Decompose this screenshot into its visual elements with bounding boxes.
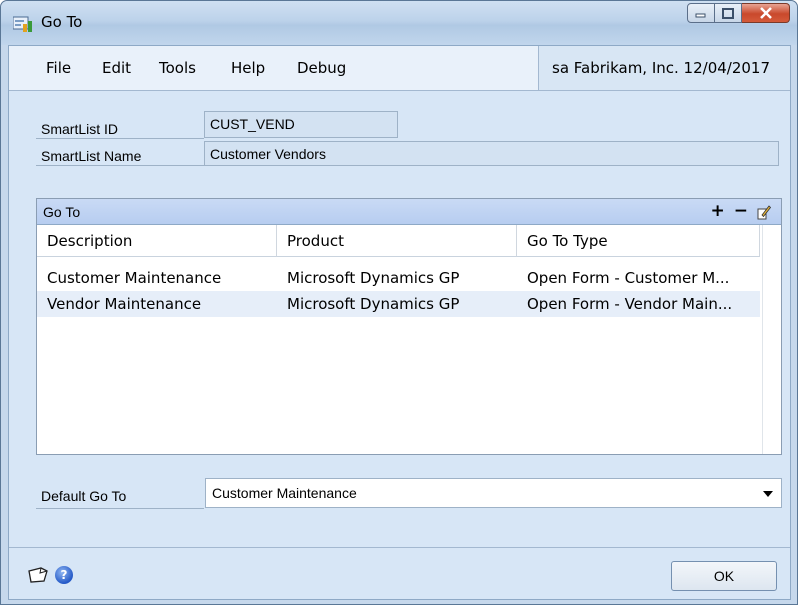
cell-product: Microsoft Dynamics GP bbox=[287, 295, 460, 313]
note-icon[interactable] bbox=[27, 567, 49, 583]
menu-help[interactable]: Help bbox=[231, 59, 265, 77]
bottom-bar: ? OK bbox=[9, 547, 790, 599]
smartlist-id-label: SmartList ID bbox=[41, 121, 119, 137]
maximize-button[interactable] bbox=[715, 3, 742, 23]
menu-tools[interactable]: Tools bbox=[159, 59, 196, 77]
default-goto-value: Customer Maintenance bbox=[212, 485, 357, 501]
caption-buttons bbox=[687, 3, 790, 23]
column-header-goto-type[interactable]: Go To Type bbox=[517, 225, 760, 257]
goto-grid: Go To + − Description Product Go To Type… bbox=[36, 198, 782, 455]
menu-debug[interactable]: Debug bbox=[297, 59, 346, 77]
client-area: File Edit Tools Help Debug sa Fabrikam, … bbox=[8, 45, 791, 600]
window-title: Go To bbox=[41, 13, 83, 31]
default-goto-dropdown[interactable]: Customer Maintenance bbox=[205, 478, 782, 508]
menu-file[interactable]: File bbox=[46, 59, 71, 77]
title-bar[interactable]: Go To bbox=[1, 1, 797, 45]
grid-scrollbar[interactable] bbox=[762, 225, 781, 454]
cell-product: Microsoft Dynamics GP bbox=[287, 269, 460, 287]
menu-bar: File Edit Tools Help Debug sa Fabrikam, … bbox=[9, 46, 790, 91]
row-divider bbox=[36, 165, 204, 166]
goto-window: Go To File Edit Tools Help Debug sa Fabr… bbox=[0, 0, 798, 605]
table-row[interactable]: Customer Maintenance Microsoft Dynamics … bbox=[37, 265, 760, 291]
close-icon bbox=[759, 7, 772, 19]
smartlist-name-field: Customer Vendors bbox=[204, 141, 779, 166]
chevron-down-icon[interactable] bbox=[763, 491, 773, 497]
grid-title: Go To bbox=[43, 204, 81, 220]
user-company-date: sa Fabrikam, Inc. 12/04/2017 bbox=[538, 46, 790, 90]
app-icon bbox=[13, 16, 32, 32]
remove-row-button[interactable]: − bbox=[734, 201, 748, 225]
close-button[interactable] bbox=[742, 3, 790, 23]
grid-toolbar: + − bbox=[711, 201, 772, 225]
maximize-icon bbox=[722, 7, 734, 19]
edit-icon bbox=[757, 205, 772, 220]
default-goto-label: Default Go To bbox=[41, 488, 127, 504]
minimize-icon bbox=[695, 13, 706, 18]
grid-header-bar: Go To + − bbox=[37, 199, 781, 225]
row-divider bbox=[36, 508, 204, 509]
menu-edit[interactable]: Edit bbox=[102, 59, 131, 77]
table-row[interactable]: Vendor Maintenance Microsoft Dynamics GP… bbox=[37, 291, 760, 317]
cell-description: Customer Maintenance bbox=[47, 269, 222, 287]
edit-row-button[interactable] bbox=[757, 201, 772, 225]
add-row-button[interactable]: + bbox=[711, 201, 725, 225]
help-icon[interactable]: ? bbox=[55, 566, 73, 584]
column-header-description[interactable]: Description bbox=[37, 225, 277, 257]
cell-description: Vendor Maintenance bbox=[47, 295, 202, 313]
smartlist-id-field: CUST_VEND bbox=[204, 111, 398, 138]
ok-button[interactable]: OK bbox=[671, 561, 777, 591]
cell-goto-type: Open Form - Vendor Main... bbox=[527, 295, 733, 313]
row-divider bbox=[36, 138, 204, 139]
smartlist-name-label: SmartList Name bbox=[41, 148, 142, 164]
column-header-product[interactable]: Product bbox=[277, 225, 517, 257]
cell-goto-type: Open Form - Customer M... bbox=[527, 269, 730, 287]
minimize-button[interactable] bbox=[687, 3, 715, 23]
